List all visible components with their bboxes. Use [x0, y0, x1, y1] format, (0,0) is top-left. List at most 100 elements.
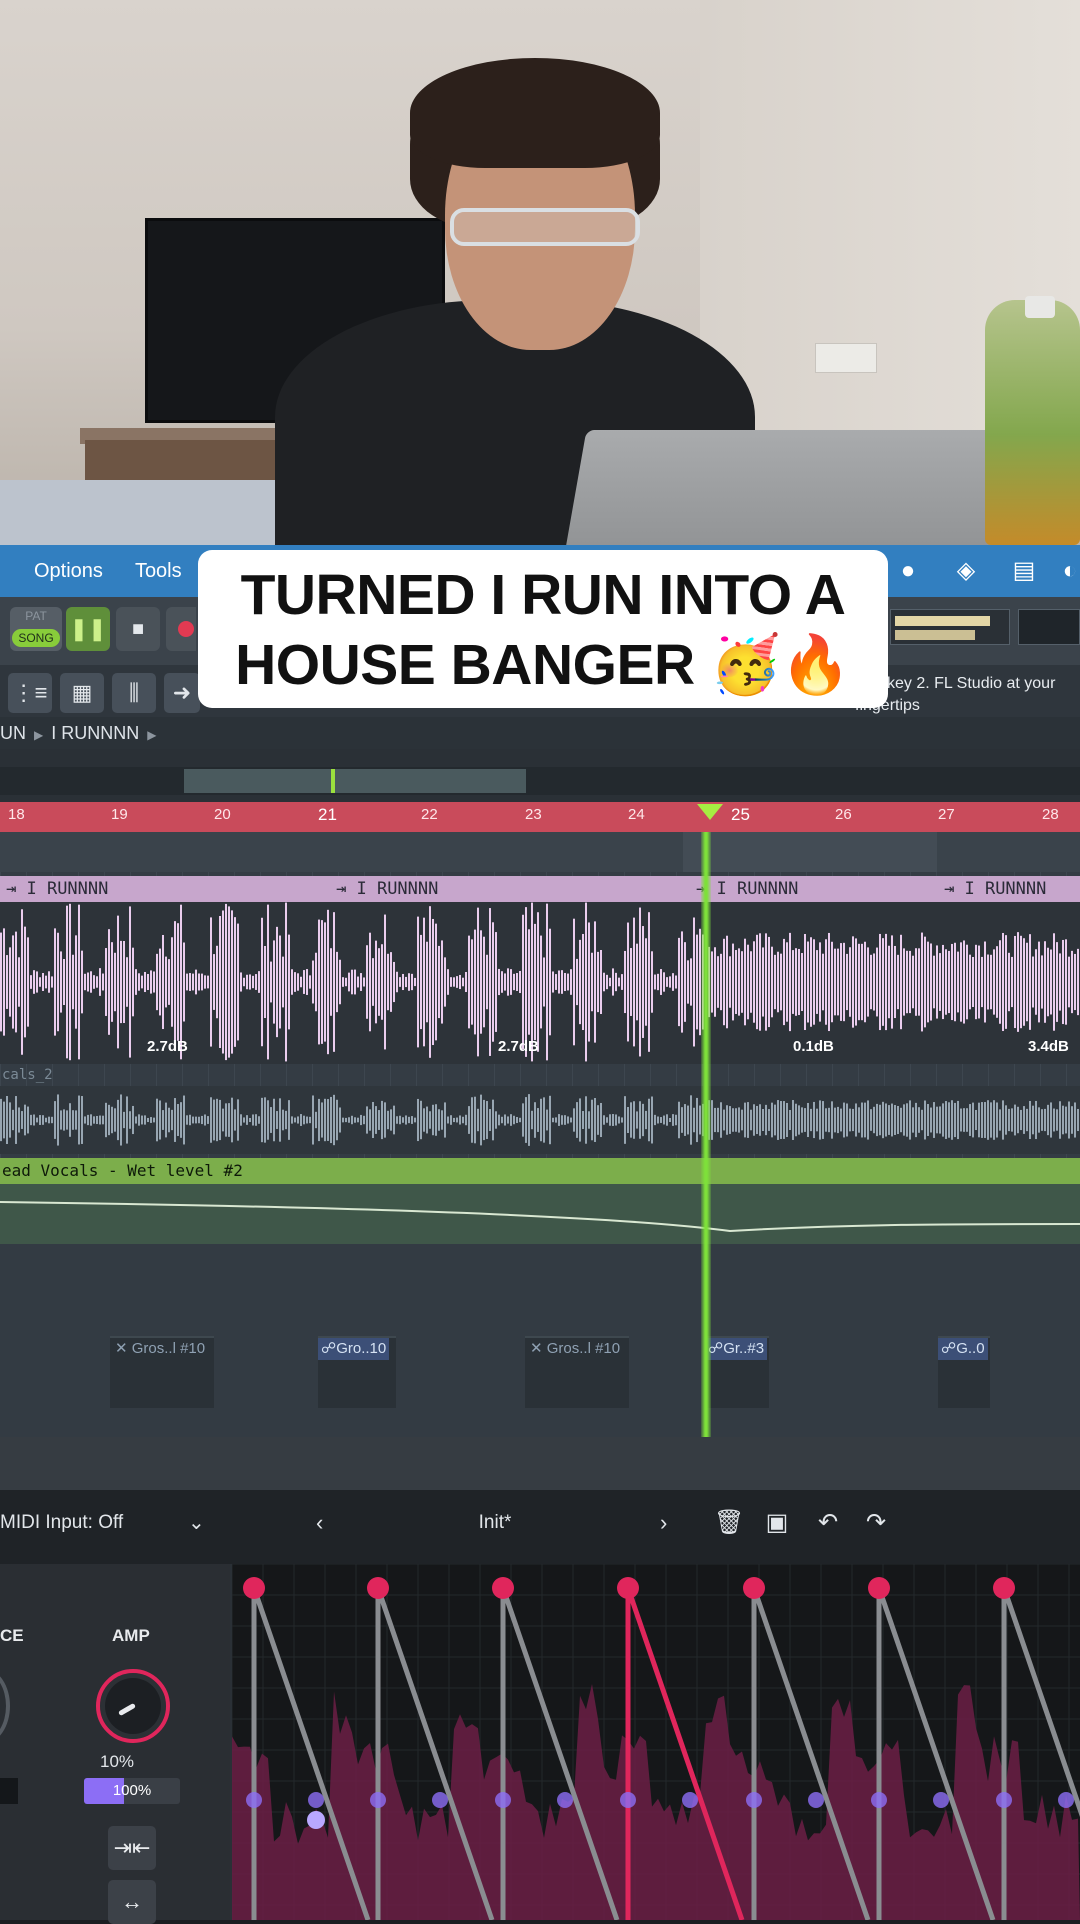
waveform-sample	[84, 973, 86, 991]
waveform-sample	[141, 1115, 143, 1125]
envelope-node[interactable]	[743, 1577, 765, 1599]
curve-handle[interactable]	[871, 1792, 887, 1808]
user-icon[interactable]: ●	[886, 556, 930, 586]
record-button[interactable]	[166, 607, 196, 651]
waveform-sample	[444, 1102, 446, 1138]
pattern-label[interactable]: ☍Gro..10	[318, 1338, 390, 1360]
curve-handle[interactable]	[808, 1792, 824, 1808]
waveform-sample	[480, 1094, 482, 1146]
audio-clip-header[interactable]: ⇥ I RUNNNN	[0, 876, 330, 902]
curve-handle[interactable]	[308, 1792, 324, 1808]
waveform-sample	[282, 956, 284, 1008]
curve-handle[interactable]	[370, 1792, 386, 1808]
curve-handle[interactable]	[746, 1792, 762, 1808]
waveform-sample	[534, 1102, 536, 1138]
overview-window[interactable]	[184, 769, 526, 793]
audio-clip-header[interactable]: ⇥ I RUNNNN	[690, 876, 938, 902]
step-sequencer-icon[interactable]: ⋮≡	[8, 673, 52, 713]
arrow-icon[interactable]: ➜	[164, 673, 200, 713]
waveform-sample	[144, 1115, 146, 1125]
lfo-envelope-graph[interactable]	[232, 1564, 1080, 1920]
automation-clip[interactable]	[0, 1184, 1080, 1244]
save-icon[interactable]: ▣	[762, 1508, 792, 1538]
audio-clip-header[interactable]: ⇥ I RUNNNN	[330, 876, 690, 902]
browser-icon[interactable]: ▤	[1002, 556, 1046, 586]
waveform-sample	[885, 933, 887, 1031]
breadcrumb-item[interactable]: UN	[0, 723, 26, 743]
menu-options[interactable]: Options	[0, 560, 103, 583]
midi-input-select[interactable]: MIDI Input: Off	[0, 1512, 123, 1534]
waveform-sample	[1032, 956, 1034, 1008]
stop-button[interactable]: ■	[116, 607, 160, 651]
envelope-node[interactable]	[367, 1577, 389, 1599]
expand-icon[interactable]: ↔	[108, 1880, 156, 1924]
automation-clip-header[interactable]: ead Vocals - Wet level #2	[0, 1158, 1080, 1184]
pattern-track[interactable]: ✕ Gros..l #10 ☍Gro..10 ✕ Gros..l #10 ☍Gr…	[0, 1244, 1080, 1437]
pattern-label[interactable]: ☍Gr..#3	[705, 1338, 768, 1360]
menu-tools[interactable]: Tools	[103, 560, 182, 583]
waveform-sample	[1020, 1109, 1022, 1131]
envelope-node[interactable]	[243, 1577, 265, 1599]
waveform-sample	[951, 943, 953, 1021]
piano-roll-icon[interactable]: ▦	[60, 673, 104, 713]
waveform-sample	[18, 957, 20, 1007]
curve-handle[interactable]	[495, 1792, 511, 1808]
breadcrumb-item[interactable]: I RUNNNN	[51, 723, 139, 743]
mixer-icon[interactable]: ⫼	[112, 673, 156, 713]
pattern-label[interactable]: ✕ Gros..l #10	[527, 1338, 623, 1360]
vocals-2-track[interactable]	[0, 1086, 1080, 1154]
curve-handle[interactable]	[996, 1792, 1012, 1808]
audio-clip-header[interactable]: ⇥ I RUNNNN	[938, 876, 1080, 902]
waveform-sample	[639, 907, 641, 1057]
playlist-overview[interactable]	[0, 767, 1080, 795]
chevron-down-icon[interactable]: ⌄	[188, 1510, 205, 1535]
empty-track[interactable]	[0, 832, 1080, 872]
next-preset-icon[interactable]: ›	[660, 1510, 667, 1536]
preset-name[interactable]: Init*	[440, 1512, 550, 1534]
waveform-sample	[210, 1097, 212, 1143]
waveform-sample	[1059, 953, 1061, 1011]
trash-icon[interactable]: 🗑	[714, 1508, 744, 1538]
pause-button[interactable]: ❚❚	[66, 607, 110, 651]
waveform-sample	[747, 944, 749, 1020]
timeline-ruler[interactable]: 18 19 20 21 22 23 24 25 26 27 28	[0, 802, 1080, 832]
curve-handle[interactable]	[557, 1792, 573, 1808]
pattern-label[interactable]: ✕ Gros..l #10	[112, 1338, 208, 1360]
waveform-sample	[399, 977, 401, 987]
curve-handle[interactable]	[246, 1792, 262, 1808]
curve-handle[interactable]	[620, 1792, 636, 1808]
waveform-sample	[1005, 1105, 1007, 1135]
waveform-sample	[765, 933, 767, 1031]
waveform-sample	[267, 904, 269, 1060]
curve-handle[interactable]	[1058, 1792, 1074, 1808]
waveform-sample	[960, 1108, 962, 1132]
knob[interactable]	[0, 1669, 10, 1743]
waveform-sample	[690, 958, 692, 1006]
redo-icon[interactable]: ↷	[861, 1508, 891, 1538]
envelope-node[interactable]	[492, 1577, 514, 1599]
value-box[interactable]	[0, 1778, 18, 1804]
curve-handle[interactable]	[682, 1792, 698, 1808]
waveform-sample	[984, 1102, 986, 1138]
account-icon[interactable]: ◐	[1060, 556, 1080, 586]
playhead-marker[interactable]	[697, 804, 723, 820]
clip-gain: 3.4dB	[1028, 1038, 1069, 1055]
curve-handle[interactable]	[432, 1792, 448, 1808]
undo-icon[interactable]: ↶	[813, 1508, 843, 1538]
pat-song-toggle[interactable]: PAT SONG	[10, 607, 62, 651]
waveform-sample	[963, 940, 965, 1024]
pattern-label[interactable]: ☍G..0	[938, 1338, 988, 1360]
envelope-node[interactable]	[868, 1577, 890, 1599]
ua-logo-icon[interactable]: ◈	[944, 556, 988, 586]
waveform-sample	[426, 941, 428, 1023]
waveform-sample	[975, 1109, 977, 1131]
envelope-node[interactable]	[993, 1577, 1015, 1599]
curve-handle[interactable]	[933, 1792, 949, 1808]
selected-handle[interactable]	[307, 1811, 325, 1829]
mix-slider[interactable]: 100%	[84, 1778, 180, 1804]
waveform-sample	[144, 971, 146, 993]
previous-preset-icon[interactable]: ‹	[316, 1510, 323, 1536]
amp-knob[interactable]	[96, 1669, 170, 1743]
envelope-node[interactable]	[617, 1577, 639, 1599]
compress-icon[interactable]: ⇥⇤	[108, 1826, 156, 1870]
